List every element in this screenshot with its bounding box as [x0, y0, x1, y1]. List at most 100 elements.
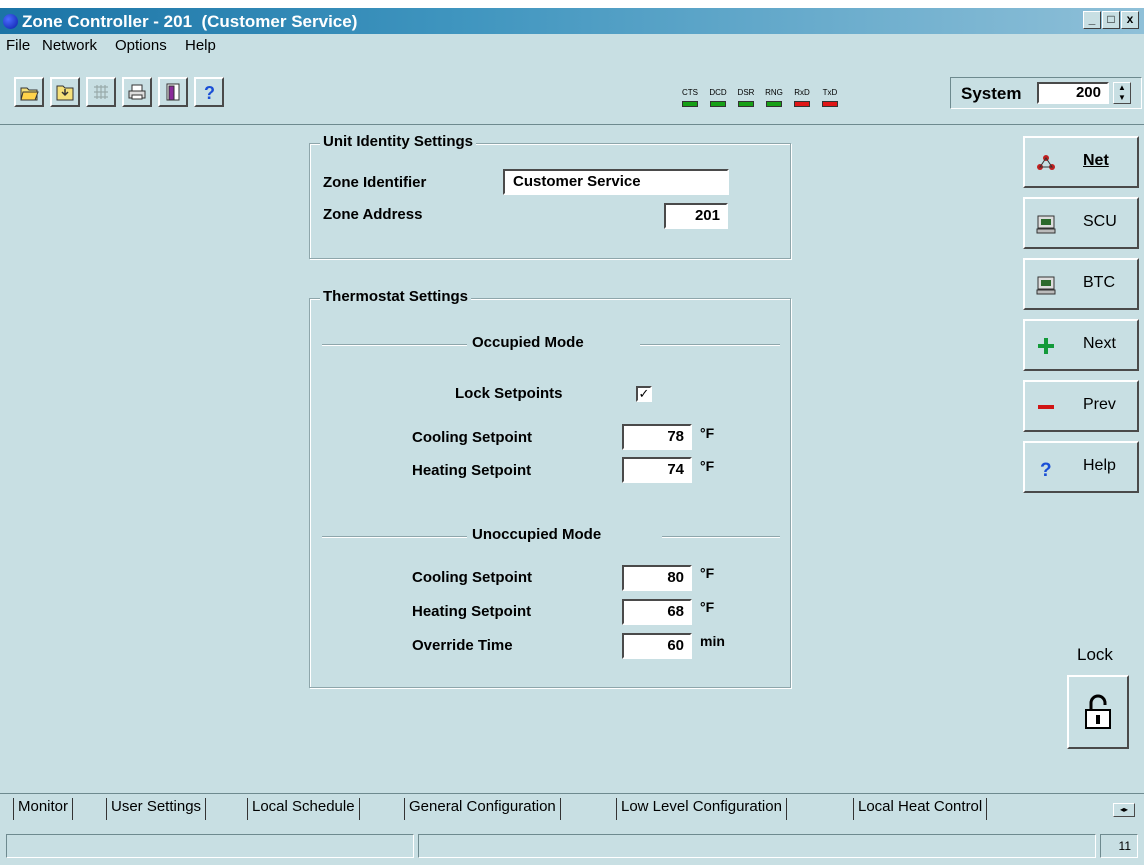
occupied-mode-heading: Occupied Mode — [472, 334, 584, 351]
status-bar: 11 — [0, 828, 1144, 865]
maximize-button[interactable]: □ — [1102, 11, 1120, 29]
dsr-led-indicator — [738, 101, 754, 107]
tab-local-heat-control[interactable]: Local Heat Control — [853, 798, 988, 820]
led-label-txd: TxD — [822, 88, 838, 97]
rng-led-indicator — [766, 101, 782, 107]
question-icon: ? — [1040, 460, 1052, 479]
menu-help[interactable]: Help — [185, 37, 216, 54]
override-time-unit: min — [700, 633, 725, 649]
unoccupied-mode-heading: Unoccupied Mode — [472, 526, 602, 543]
occupied-cooling-input[interactable]: 78 — [622, 424, 692, 450]
net-button-label: Net — [1083, 152, 1109, 169]
override-time-label: Override Time — [412, 637, 513, 654]
menu-bar: File Network Options Help — [0, 35, 1144, 57]
prev-button-label: Prev — [1083, 396, 1116, 413]
help-side-button-label: Help — [1083, 457, 1116, 474]
dcd-led-indicator — [710, 101, 726, 107]
spin-up-icon[interactable]: ▲ — [1114, 83, 1130, 93]
network-grid-button[interactable] — [86, 77, 116, 107]
next-button[interactable]: Next — [1023, 319, 1139, 371]
svg-text:?: ? — [1040, 460, 1052, 479]
save-button[interactable] — [50, 77, 80, 107]
lock-label: Lock — [1077, 645, 1113, 664]
zone-address-input[interactable]: 201 — [664, 203, 728, 229]
unoccupied-heating-input[interactable]: 68 — [622, 599, 692, 625]
rxd-led-indicator — [794, 101, 810, 107]
occupied-heating-unit: °F — [700, 458, 715, 474]
title-bar[interactable]: Zone Controller - 201 (Customer Service)… — [0, 8, 1144, 34]
status-pane-main — [6, 834, 414, 858]
print-button[interactable] — [122, 77, 152, 107]
minimize-button[interactable]: _ — [1083, 11, 1101, 29]
menu-file[interactable]: File — [6, 37, 30, 54]
override-time-input[interactable]: 60 — [622, 633, 692, 659]
led-label-cts: CTS — [682, 88, 698, 97]
tab-strip: Monitor User Settings Local Schedule Gen… — [0, 793, 1144, 823]
occupied-separator-left — [322, 344, 467, 346]
network-grid-icon — [94, 85, 108, 99]
help-side-button[interactable]: ? Help — [1023, 441, 1139, 493]
unoccupied-cooling-label: Cooling Setpoint — [412, 569, 532, 586]
exit-button[interactable] — [158, 77, 188, 107]
window-title: Zone Controller - 201 (Customer Service) — [22, 12, 358, 31]
scu-button[interactable]: SCU — [1023, 197, 1139, 249]
system-label: System — [961, 84, 1022, 103]
zone-identifier-label: Zone Identifier — [323, 174, 427, 191]
menu-network[interactable]: Network — [42, 37, 97, 54]
unoccupied-cooling-input[interactable]: 80 — [622, 565, 692, 591]
occupied-heating-input[interactable]: 74 — [622, 457, 692, 483]
tab-low-level-configuration[interactable]: Low Level Configuration — [616, 798, 787, 820]
help-icon: ? — [204, 83, 215, 102]
tab-monitor[interactable]: Monitor — [13, 798, 74, 820]
thermostat-settings-title: Thermostat Settings — [320, 288, 472, 305]
open-icon — [20, 87, 39, 101]
tab-general-configuration[interactable]: General Configuration — [404, 798, 561, 820]
occupied-separator-right — [640, 344, 780, 346]
unoccupied-heating-unit: °F — [700, 599, 715, 615]
unit-identity-group: Unit Identity Settings Zone Identifier C… — [309, 133, 791, 259]
zone-identifier-input[interactable]: Customer Service — [503, 169, 729, 195]
occupied-cooling-unit: °F — [700, 425, 715, 441]
lock-button[interactable] — [1067, 675, 1129, 749]
status-pane-secondary — [418, 834, 1096, 858]
led-label-dsr: DSR — [737, 88, 755, 97]
led-label-rng: RNG — [765, 88, 783, 97]
txd-led-indicator — [822, 101, 838, 107]
tab-local-schedule[interactable]: Local Schedule — [247, 798, 360, 820]
plus-icon — [1038, 338, 1054, 354]
svg-text:?: ? — [204, 83, 215, 102]
occupied-heating-label: Heating Setpoint — [412, 462, 532, 479]
app-icon[interactable] — [3, 14, 18, 29]
btc-button[interactable]: BTC — [1023, 258, 1139, 310]
application-window: Zone Controller - 201 (Customer Service)… — [0, 8, 1144, 865]
unoccupied-separator-left — [322, 536, 467, 538]
occupied-cooling-label: Cooling Setpoint — [412, 429, 532, 446]
zone-address-label: Zone Address — [323, 206, 423, 223]
system-selector: System 200 ▲ ▼ — [950, 77, 1142, 109]
help-button[interactable]: ? — [194, 77, 224, 107]
print-icon — [128, 84, 146, 100]
open-button[interactable] — [14, 77, 44, 107]
computer-icon — [1036, 276, 1056, 295]
lock-setpoints-checkbox[interactable]: ✓ — [636, 386, 652, 402]
exit-icon — [166, 83, 180, 101]
prev-button[interactable]: Prev — [1023, 380, 1139, 432]
led-label-rxd: RxD — [794, 88, 810, 97]
led-label-dcd: DCD — [709, 88, 727, 97]
menu-options[interactable]: Options — [115, 37, 167, 54]
tab-user-settings[interactable]: User Settings — [106, 798, 207, 820]
unoccupied-heating-label: Heating Setpoint — [412, 603, 532, 620]
net-button[interactable]: Net — [1023, 136, 1139, 188]
system-input[interactable]: 200 — [1037, 82, 1109, 104]
network-icon — [1037, 155, 1055, 170]
unoccupied-separator-right — [662, 536, 780, 538]
tab-scroll-buttons[interactable]: ◂▸ — [1113, 803, 1135, 817]
save-icon — [56, 85, 74, 101]
system-spinner[interactable]: ▲ ▼ — [1113, 82, 1131, 104]
lock-setpoints-label: Lock Setpoints — [455, 385, 563, 402]
spin-down-icon[interactable]: ▼ — [1114, 93, 1130, 103]
computer-icon — [1036, 215, 1056, 234]
scu-button-label: SCU — [1083, 213, 1117, 230]
close-button[interactable]: x — [1121, 11, 1139, 29]
padlock-icon — [1085, 694, 1111, 729]
